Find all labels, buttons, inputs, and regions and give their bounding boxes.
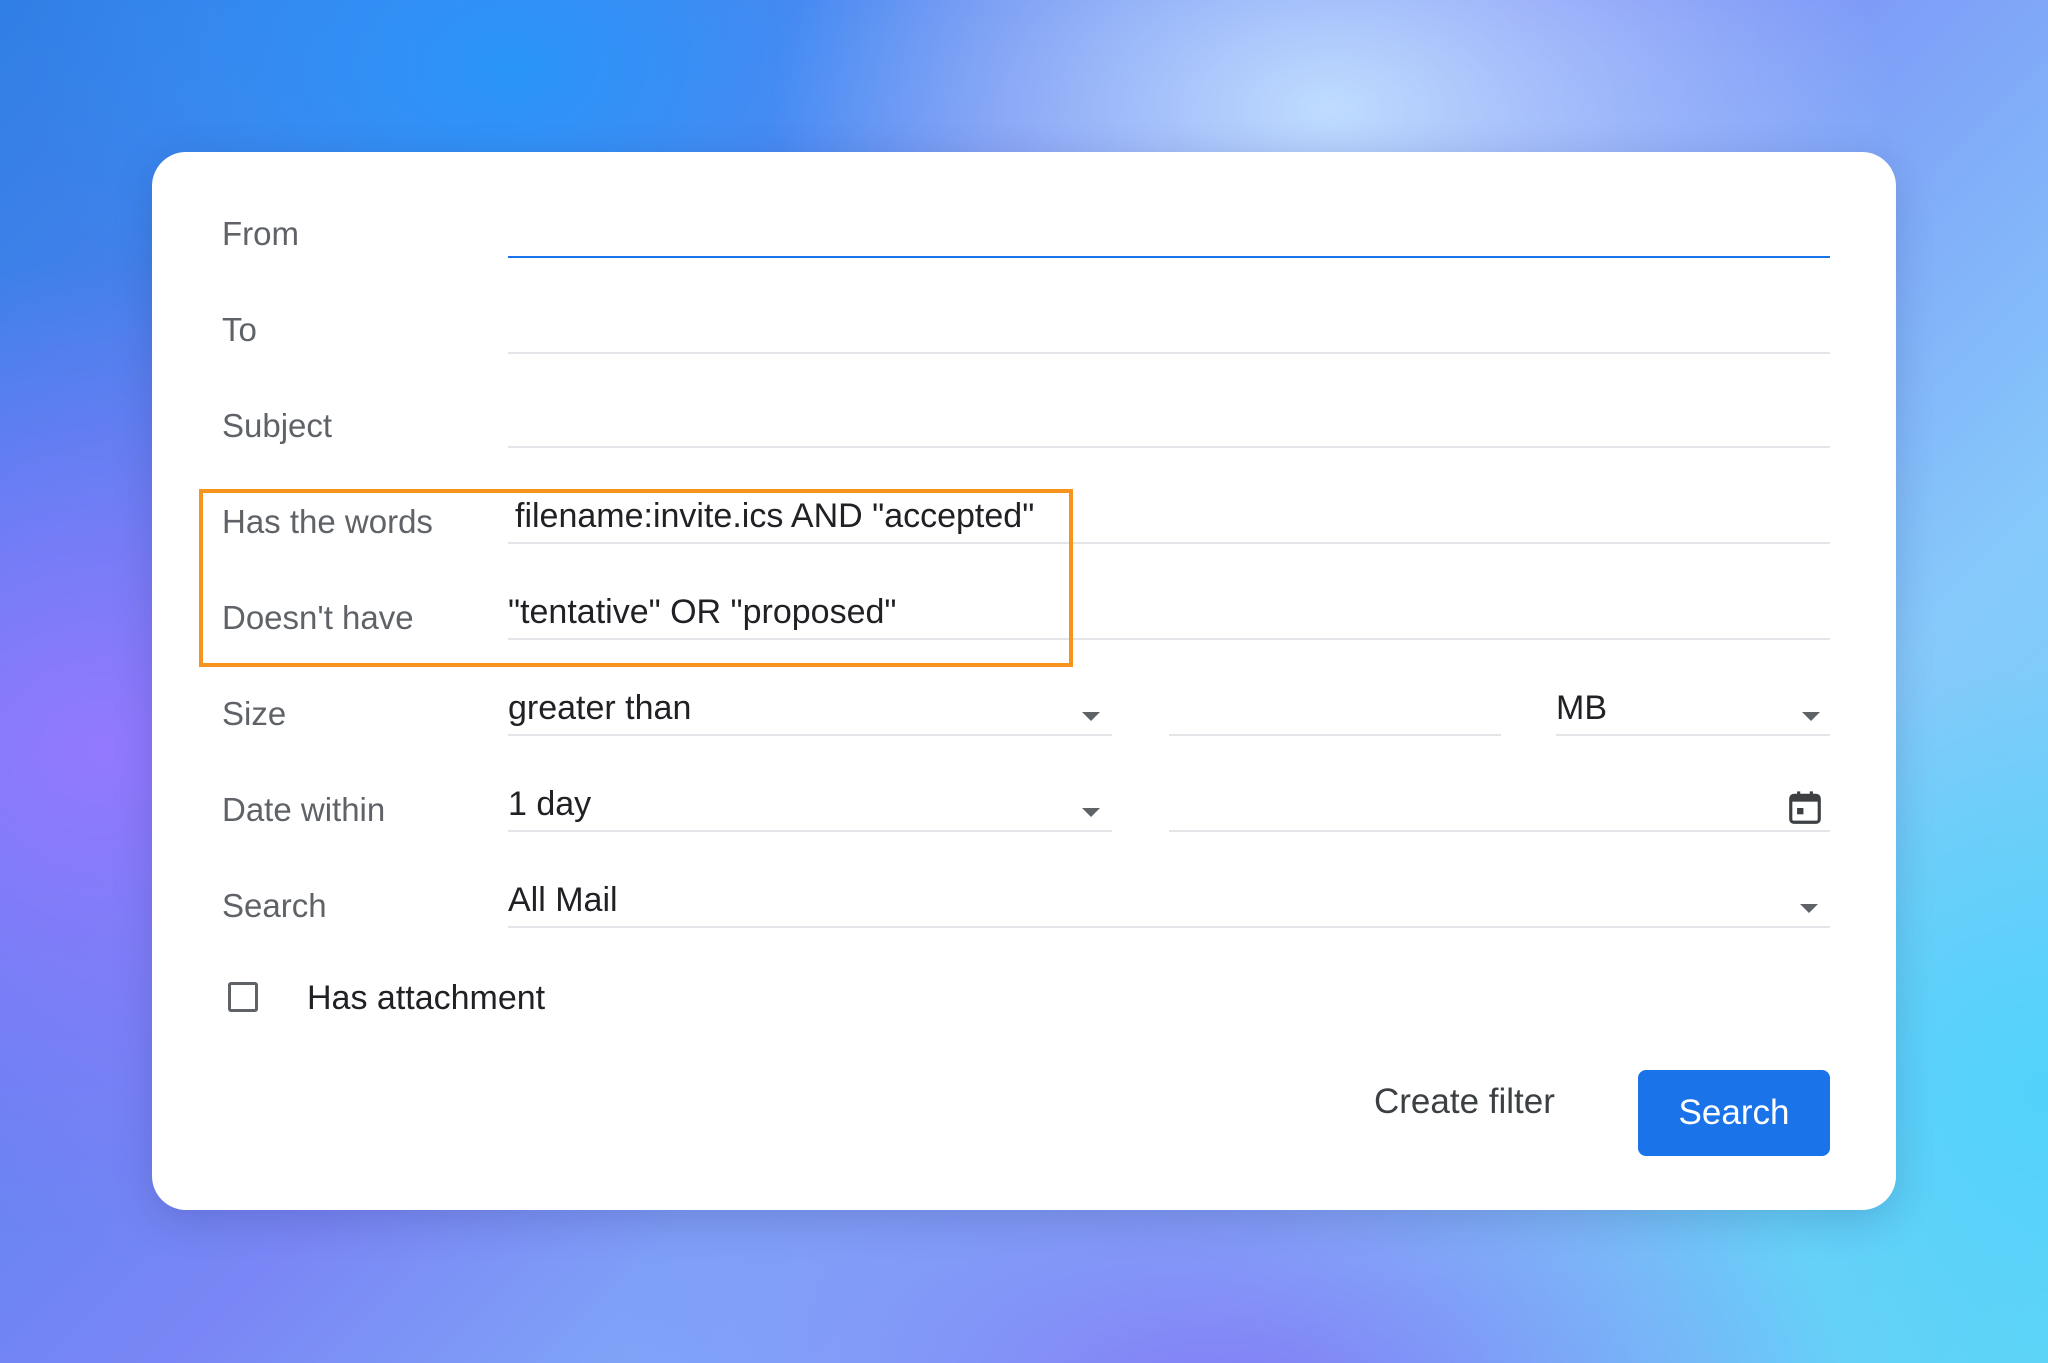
chevron-down-icon: [1082, 808, 1100, 817]
search-button[interactable]: Search: [1638, 1070, 1830, 1156]
chevron-down-icon: [1082, 712, 1100, 721]
search-scope-select[interactable]: All Mail: [508, 881, 1830, 928]
has-attachment-checkbox[interactable]: [228, 982, 258, 1012]
size-operator-select[interactable]: greater than: [508, 689, 1112, 736]
date-within-select[interactable]: 1 day: [508, 785, 1112, 832]
date-input[interactable]: [1169, 790, 1830, 832]
size-unit-value: MB: [1556, 689, 1607, 727]
has-words-input[interactable]: filename:invite.ics AND "accepted": [508, 497, 1830, 544]
doesnt-have-value: "tentative" OR "proposed": [508, 593, 897, 631]
to-input[interactable]: [508, 312, 1830, 354]
advanced-search-dialog: From To Subject Has the words filename:i…: [152, 152, 1896, 1210]
size-operator-value: greater than: [508, 689, 692, 727]
subject-input[interactable]: [508, 406, 1830, 448]
has-words-value: filename:invite.ics AND "accepted": [515, 497, 1035, 535]
size-amount-input[interactable]: [1169, 694, 1501, 736]
date-within-value: 1 day: [508, 785, 592, 823]
chevron-down-icon: [1800, 904, 1818, 913]
date-within-label: Date within: [222, 791, 386, 828]
doesnt-have-label: Doesn't have: [222, 599, 414, 636]
search-scope-label: Search: [222, 887, 327, 924]
doesnt-have-input[interactable]: "tentative" OR "proposed": [508, 593, 1830, 640]
create-filter-button[interactable]: Create filter: [1366, 1072, 1563, 1132]
size-label: Size: [222, 695, 287, 732]
from-input[interactable]: [508, 216, 1830, 258]
subject-label: Subject: [222, 407, 333, 444]
from-label: From: [222, 215, 299, 252]
has-attachment-label[interactable]: Has attachment: [307, 978, 545, 1018]
calendar-icon[interactable]: [1786, 788, 1824, 828]
to-label: To: [222, 311, 257, 348]
chevron-down-icon: [1802, 712, 1820, 721]
has-words-label: Has the words: [222, 503, 433, 540]
search-scope-value: All Mail: [508, 881, 618, 919]
size-unit-select[interactable]: MB: [1556, 689, 1830, 736]
